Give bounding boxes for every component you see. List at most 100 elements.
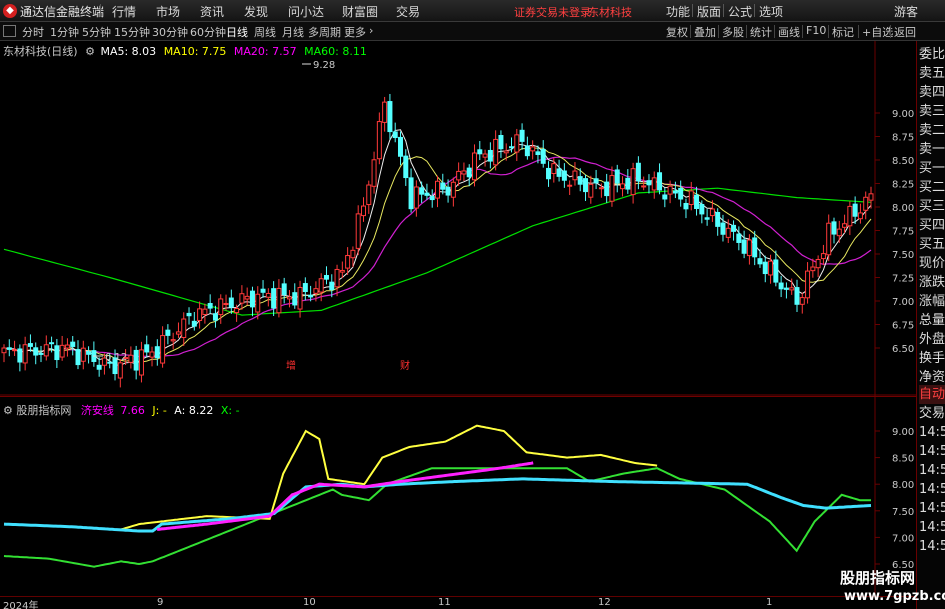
period-weekly[interactable]: 周线 [254, 24, 276, 40]
candle-body [540, 148, 546, 164]
menu-discover[interactable]: 发现 [244, 3, 268, 20]
candle-body [519, 129, 525, 142]
indicator-tick-label: 7.00 [892, 533, 914, 544]
guest-login[interactable]: 游客 [894, 3, 918, 20]
candle-body [768, 260, 774, 276]
period-15min[interactable]: 15分钟 [114, 24, 150, 40]
event-mark-finance[interactable]: 财 [400, 359, 410, 372]
candle-body [397, 136, 403, 157]
candle-body [403, 155, 409, 179]
candle-body [154, 346, 160, 359]
candle-body [799, 297, 805, 305]
candle-body [138, 349, 144, 376]
candle-body [429, 196, 435, 201]
candle-body [657, 172, 663, 191]
candle-body [836, 228, 842, 237]
menu-layout[interactable]: 版面 [697, 3, 721, 20]
candle-body [149, 351, 155, 358]
candle-body [477, 149, 483, 155]
candle-body [641, 185, 647, 188]
more-chevron-icon[interactable]: › [369, 24, 373, 37]
period-daily[interactable]: 日线 [226, 24, 248, 40]
tick-time: 14:56 [919, 463, 945, 478]
period-more[interactable]: 更多 [344, 24, 366, 40]
candle-body [234, 307, 240, 314]
candle-body [535, 151, 541, 155]
indicator-tick-label: 8.50 [892, 454, 914, 465]
candle-body [297, 286, 303, 310]
menu-options[interactable]: 选项 [759, 3, 783, 20]
tool-divider [802, 25, 803, 38]
menu-functions[interactable]: 功能 [666, 3, 690, 20]
candle-body [757, 258, 763, 265]
period-30min[interactable]: 30分钟 [152, 24, 188, 40]
period-multi[interactable]: 多周期 [308, 24, 341, 40]
candle-body [651, 177, 657, 191]
period-monthly[interactable]: 月线 [282, 24, 304, 40]
menu-divider [692, 4, 693, 17]
turnover: 换手 [919, 351, 945, 366]
layout-icon[interactable] [3, 25, 16, 37]
candle-body [12, 349, 18, 352]
candle-body [530, 146, 536, 152]
menu-wealth-circle[interactable]: 财富圈 [342, 3, 378, 20]
candle-body [160, 335, 166, 364]
candle-body [318, 278, 324, 293]
tool-mark[interactable]: 标记 [832, 24, 854, 40]
site-watermark: 股朋指标网 www.7gpzb.com [832, 567, 945, 609]
order-ratio[interactable]: 委比 [919, 45, 945, 64]
menu-ask[interactable]: 问小达 [288, 3, 324, 20]
bid-5: 买五 [919, 237, 945, 252]
tool-draw[interactable]: 画线 [778, 24, 800, 40]
candle-body [207, 303, 213, 309]
period-5min[interactable]: 5分钟 [82, 24, 111, 40]
candle-body [709, 208, 715, 217]
menu-divider [100, 4, 101, 17]
date-label: 9 [157, 597, 164, 608]
tool-adjust[interactable]: 复权 [666, 24, 688, 40]
indicator-tick-label: 7.50 [892, 507, 914, 518]
date-label: 12 [598, 597, 611, 608]
menu-formula[interactable]: 公式 [728, 3, 752, 20]
candle-body [731, 224, 737, 232]
auto-trade-tab[interactable]: 自动 [919, 385, 945, 404]
login-notice[interactable]: 证券交易未登录 [514, 4, 591, 20]
trade-tab[interactable]: 交易 [919, 404, 945, 423]
period-60min[interactable]: 60分钟 [190, 24, 226, 40]
menu-market[interactable]: 市场 [156, 3, 180, 20]
price-tick-label: 8.75 [892, 133, 914, 144]
ask-2: 卖二 [919, 123, 945, 138]
watermark-url: www.7gpzb.com [844, 589, 945, 604]
candle-body [778, 282, 784, 290]
indicator-chart[interactable]: 9.008.508.007.507.006.50 [0, 397, 916, 596]
tool-overlay[interactable]: 叠加 [694, 24, 716, 40]
tool-statistics[interactable]: 统计 [750, 24, 772, 40]
tool-add-watchlist[interactable]: +自选 [862, 24, 893, 40]
candle-body [1, 347, 7, 354]
candle-body [487, 149, 493, 162]
candle-body [218, 298, 224, 316]
menu-quotes[interactable]: 行情 [112, 3, 136, 20]
candle-body [387, 101, 393, 133]
period-intraday[interactable]: 分时 [22, 24, 44, 40]
candle-body [609, 175, 615, 202]
candle-body [847, 205, 853, 227]
menu-trade[interactable]: 交易 [396, 3, 420, 20]
menu-news[interactable]: 资讯 [200, 3, 224, 20]
tool-divider [690, 25, 691, 38]
candle-body [212, 313, 218, 321]
tool-f10[interactable]: F10 [806, 24, 826, 37]
chart-toolbar: 分时 1分钟 5分钟 15分钟 30分钟 60分钟 日线 周线 月线 多周期 更… [0, 22, 945, 41]
candle-body [334, 268, 340, 288]
candle-body [239, 293, 245, 304]
candlestick-chart[interactable]: 9.00 8.75 8.50 8.25 8.00 7.75 7.50 7.25 7.00 6.75… [0, 41, 916, 396]
candle-body [683, 202, 689, 210]
candle-body [376, 121, 382, 160]
tool-back[interactable]: 返回 [894, 24, 916, 40]
current-stock-name: 东材科技 [588, 6, 632, 19]
tool-multi-stock[interactable]: 多股 [722, 24, 744, 40]
watermark-title: 股朋指标网 [840, 569, 916, 587]
period-1min[interactable]: 1分钟 [50, 24, 79, 40]
bid-2: 买二 [919, 180, 945, 195]
event-mark-increase[interactable]: 增 [286, 359, 296, 372]
